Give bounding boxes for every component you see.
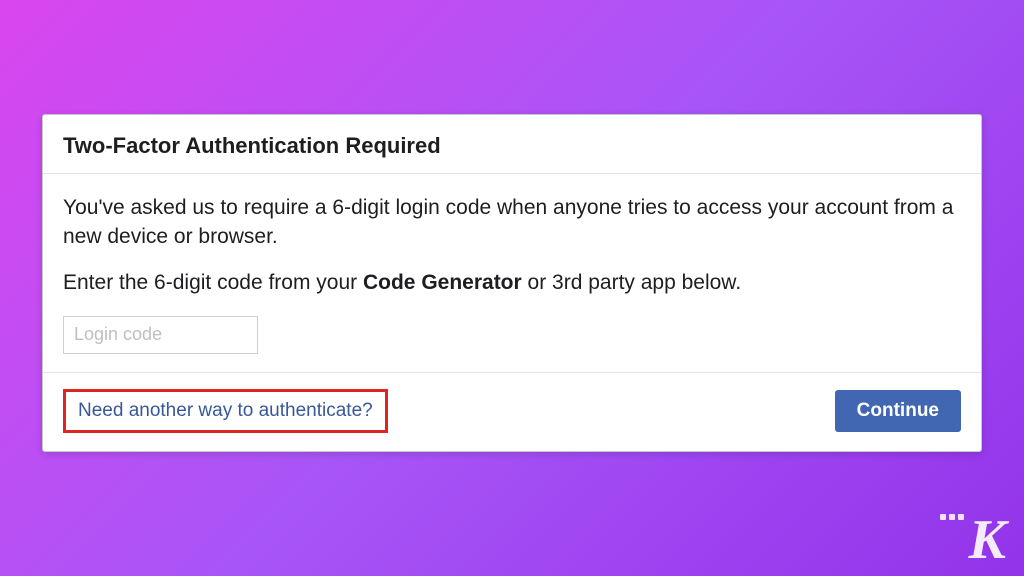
description-prefix: Enter the 6-digit code from your bbox=[63, 271, 363, 294]
watermark-logo: K bbox=[969, 512, 1006, 568]
dialog-body: You've asked us to require a 6-digit log… bbox=[43, 174, 981, 371]
logo-letter: K bbox=[969, 512, 1006, 568]
two-factor-dialog: Two-Factor Authentication Required You'v… bbox=[42, 114, 982, 451]
description-suffix: or 3rd party app below. bbox=[522, 271, 741, 294]
login-code-input[interactable] bbox=[63, 316, 258, 354]
dialog-footer: Need another way to authenticate? Contin… bbox=[43, 372, 981, 451]
code-generator-label: Code Generator bbox=[363, 271, 522, 294]
description-text-2: Enter the 6-digit code from your Code Ge… bbox=[63, 269, 961, 297]
dialog-title: Two-Factor Authentication Required bbox=[63, 133, 961, 159]
alt-auth-highlight: Need another way to authenticate? bbox=[63, 389, 388, 433]
description-text-1: You've asked us to require a 6-digit log… bbox=[63, 194, 961, 251]
alt-auth-link[interactable]: Need another way to authenticate? bbox=[78, 400, 373, 421]
continue-button[interactable]: Continue bbox=[835, 390, 961, 432]
logo-dots-icon bbox=[940, 514, 964, 520]
dialog-header: Two-Factor Authentication Required bbox=[43, 115, 981, 174]
